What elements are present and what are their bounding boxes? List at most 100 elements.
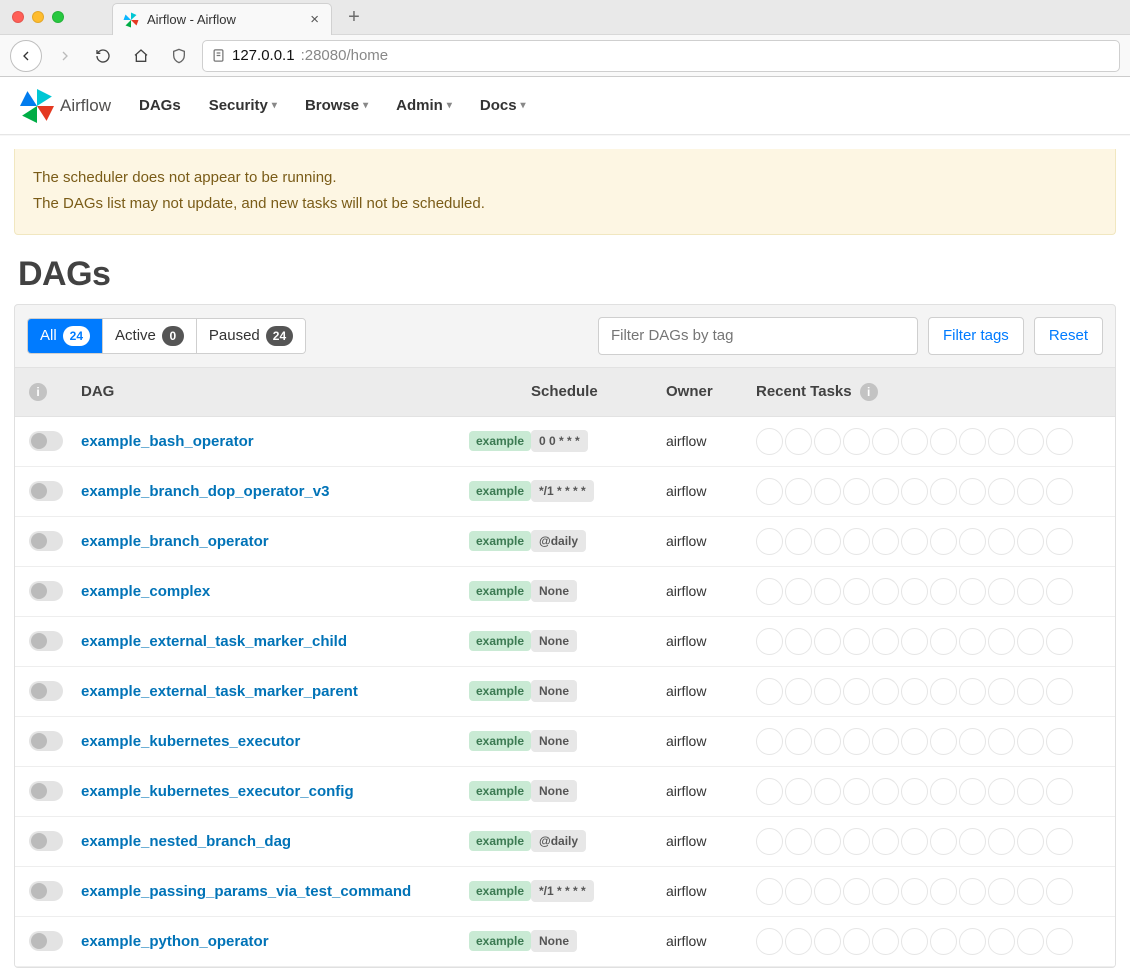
dag-tag[interactable]: example <box>469 431 531 451</box>
dag-tag[interactable]: example <box>469 881 531 901</box>
task-status-circle[interactable] <box>785 728 812 755</box>
task-status-circle[interactable] <box>1046 778 1073 805</box>
task-status-circle[interactable] <box>959 828 986 855</box>
window-close-icon[interactable] <box>12 11 24 23</box>
task-status-circle[interactable] <box>872 628 899 655</box>
task-status-circle[interactable] <box>814 478 841 505</box>
task-status-circle[interactable] <box>872 828 899 855</box>
task-status-circle[interactable] <box>756 828 783 855</box>
schedule-badge[interactable]: None <box>531 680 577 702</box>
schedule-badge[interactable]: None <box>531 630 577 652</box>
task-status-circle[interactable] <box>843 928 870 955</box>
browser-reload-button[interactable] <box>88 41 118 71</box>
dag-link[interactable]: example_external_task_marker_parent <box>81 683 358 700</box>
tab-close-icon[interactable]: × <box>308 11 321 28</box>
task-status-circle[interactable] <box>901 878 928 905</box>
task-status-circle[interactable] <box>785 528 812 555</box>
task-status-circle[interactable] <box>1046 878 1073 905</box>
task-status-circle[interactable] <box>785 828 812 855</box>
task-status-circle[interactable] <box>756 728 783 755</box>
task-status-circle[interactable] <box>959 928 986 955</box>
task-status-circle[interactable] <box>1017 778 1044 805</box>
task-status-circle[interactable] <box>872 578 899 605</box>
task-status-circle[interactable] <box>843 528 870 555</box>
shield-icon[interactable] <box>164 41 194 71</box>
brand[interactable]: Airflow <box>20 89 111 123</box>
dag-link[interactable]: example_external_task_marker_child <box>81 633 347 650</box>
task-status-circle[interactable] <box>843 678 870 705</box>
dag-link[interactable]: example_bash_operator <box>81 433 254 450</box>
task-status-circle[interactable] <box>1017 428 1044 455</box>
task-status-circle[interactable] <box>872 928 899 955</box>
dag-link[interactable]: example_nested_branch_dag <box>81 833 291 850</box>
new-tab-button[interactable]: + <box>342 5 366 29</box>
task-status-circle[interactable] <box>1017 878 1044 905</box>
task-status-circle[interactable] <box>901 628 928 655</box>
dag-tag[interactable]: example <box>469 531 531 551</box>
task-status-circle[interactable] <box>1017 928 1044 955</box>
task-status-circle[interactable] <box>959 778 986 805</box>
dag-tag[interactable]: example <box>469 731 531 751</box>
col-owner[interactable]: Owner <box>666 383 756 400</box>
task-status-circle[interactable] <box>988 728 1015 755</box>
task-status-circle[interactable] <box>930 628 957 655</box>
browser-url-bar[interactable]: 127.0.0.1:28080/home <box>202 40 1120 72</box>
browser-home-button[interactable] <box>126 41 156 71</box>
filter-tags-button[interactable]: Filter tags <box>928 317 1024 355</box>
task-status-circle[interactable] <box>814 678 841 705</box>
task-status-circle[interactable] <box>814 878 841 905</box>
task-status-circle[interactable] <box>959 578 986 605</box>
task-status-circle[interactable] <box>1046 578 1073 605</box>
schedule-badge[interactable]: None <box>531 930 577 952</box>
task-status-circle[interactable] <box>785 878 812 905</box>
task-status-circle[interactable] <box>1017 528 1044 555</box>
task-status-circle[interactable] <box>901 528 928 555</box>
task-status-circle[interactable] <box>756 778 783 805</box>
task-status-circle[interactable] <box>814 728 841 755</box>
task-status-circle[interactable] <box>930 478 957 505</box>
task-status-circle[interactable] <box>756 928 783 955</box>
dag-pause-toggle[interactable] <box>29 631 63 651</box>
task-status-circle[interactable] <box>901 428 928 455</box>
schedule-badge[interactable]: None <box>531 780 577 802</box>
task-status-circle[interactable] <box>1017 578 1044 605</box>
nav-dags[interactable]: DAGs <box>139 97 181 114</box>
task-status-circle[interactable] <box>814 628 841 655</box>
reset-button[interactable]: Reset <box>1034 317 1103 355</box>
task-status-circle[interactable] <box>959 878 986 905</box>
task-status-circle[interactable] <box>872 778 899 805</box>
task-status-circle[interactable] <box>756 528 783 555</box>
task-status-circle[interactable] <box>814 528 841 555</box>
task-status-circle[interactable] <box>988 428 1015 455</box>
nav-admin[interactable]: Admin▾ <box>396 97 452 114</box>
task-status-circle[interactable] <box>930 678 957 705</box>
dag-pause-toggle[interactable] <box>29 581 63 601</box>
task-status-circle[interactable] <box>872 528 899 555</box>
dag-link[interactable]: example_branch_operator <box>81 533 269 550</box>
task-status-circle[interactable] <box>1046 728 1073 755</box>
task-status-circle[interactable] <box>785 478 812 505</box>
task-status-circle[interactable] <box>959 678 986 705</box>
browser-back-button[interactable] <box>10 40 42 72</box>
task-status-circle[interactable] <box>756 678 783 705</box>
schedule-badge[interactable]: */1 * * * * <box>531 480 594 502</box>
task-status-circle[interactable] <box>901 828 928 855</box>
task-status-circle[interactable] <box>901 728 928 755</box>
dag-pause-toggle[interactable] <box>29 681 63 701</box>
tag-filter-input[interactable] <box>598 317 918 355</box>
dag-pause-toggle[interactable] <box>29 831 63 851</box>
task-status-circle[interactable] <box>814 928 841 955</box>
segment-all[interactable]: All 24 <box>28 319 102 353</box>
task-status-circle[interactable] <box>988 778 1015 805</box>
task-status-circle[interactable] <box>785 428 812 455</box>
task-status-circle[interactable] <box>988 828 1015 855</box>
dag-tag[interactable]: example <box>469 481 531 501</box>
page-info-icon[interactable] <box>211 48 226 63</box>
task-status-circle[interactable] <box>959 528 986 555</box>
task-status-circle[interactable] <box>930 878 957 905</box>
schedule-badge[interactable]: @daily <box>531 530 586 552</box>
col-schedule[interactable]: Schedule <box>531 383 666 400</box>
window-maximize-icon[interactable] <box>52 11 64 23</box>
schedule-badge[interactable]: 0 0 * * * <box>531 430 588 452</box>
task-status-circle[interactable] <box>1046 428 1073 455</box>
